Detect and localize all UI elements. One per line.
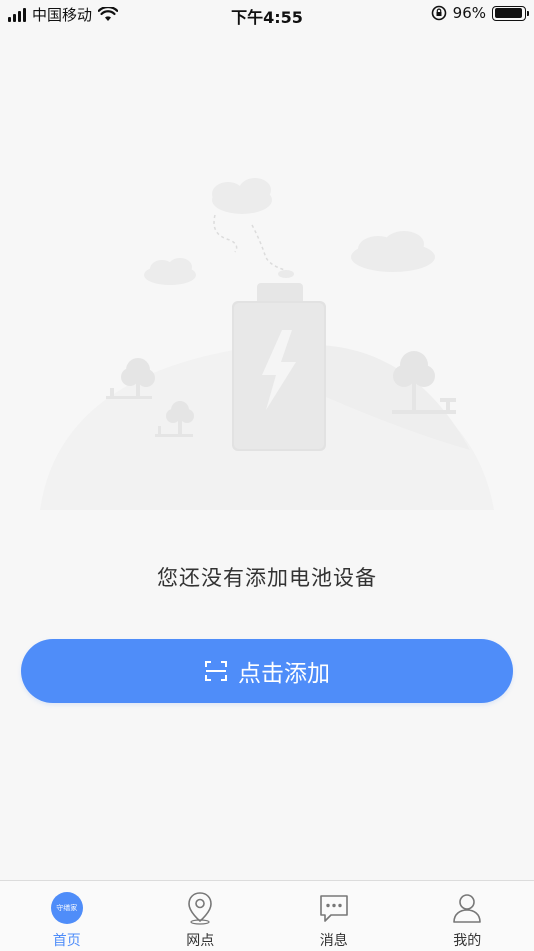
orientation-lock-icon <box>431 5 447 21</box>
battery-fill <box>495 8 523 18</box>
tab-profile[interactable]: 我的 <box>401 881 534 951</box>
user-icon <box>450 891 484 925</box>
tab-label-messages: 消息 <box>320 930 348 950</box>
status-right: 96% <box>431 4 526 22</box>
tab-messages[interactable]: 消息 <box>267 881 401 951</box>
location-pin-icon <box>183 891 217 925</box>
home-badge: 守缮家 <box>51 892 83 924</box>
tab-label-outlets: 网点 <box>186 930 214 950</box>
add-button-label: 点击添加 <box>238 654 330 688</box>
scan-icon <box>204 659 228 683</box>
tab-label-home: 首页 <box>53 930 81 950</box>
message-icon <box>317 891 351 925</box>
battery-percent: 96% <box>453 4 486 22</box>
tab-outlets[interactable]: 网点 <box>134 881 268 951</box>
battery-icon <box>492 6 526 21</box>
empty-state-message: 您还没有添加电池设备 <box>0 562 534 592</box>
battery-charging-illustration <box>0 170 534 540</box>
add-device-button[interactable]: 点击添加 <box>21 639 513 703</box>
status-bar: 中国移动 下午4:55 96% <box>0 0 534 30</box>
tab-label-profile: 我的 <box>453 930 481 950</box>
home-badge-icon: 守缮家 <box>50 891 84 925</box>
tab-home[interactable]: 守缮家 首页 <box>0 881 134 951</box>
bottom-tab-bar: 守缮家 首页 网点 消息 <box>0 880 534 951</box>
